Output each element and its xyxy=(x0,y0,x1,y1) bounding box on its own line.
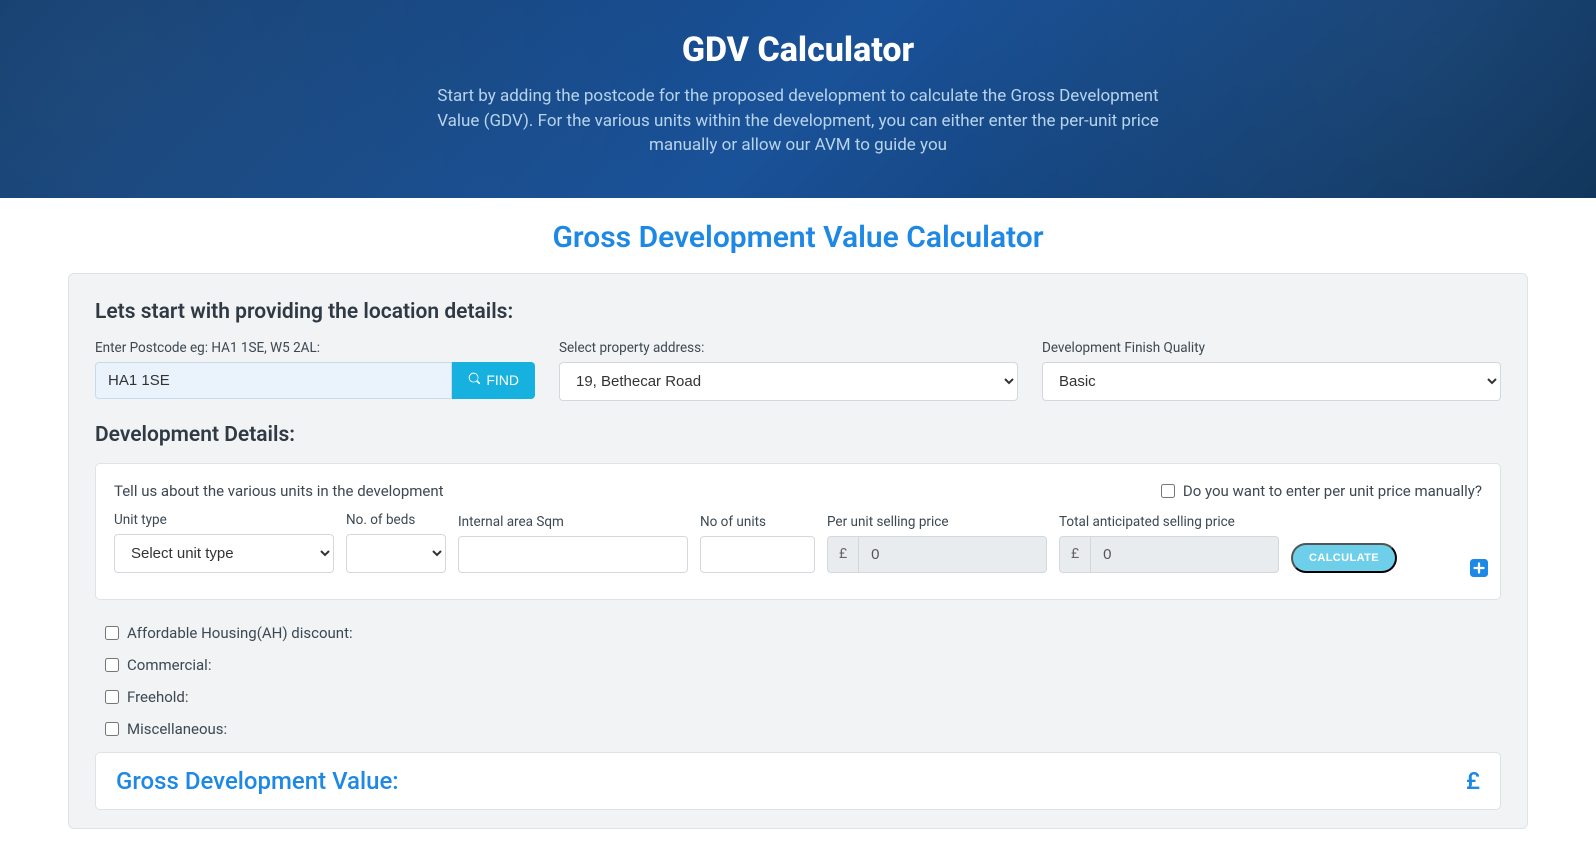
manual-price-toggle[interactable]: Do you want to enter per unit price manu… xyxy=(1161,482,1482,500)
hero-banner: GDV Calculator Start by adding the postc… xyxy=(0,0,1596,198)
ah-discount-label: Affordable Housing(AH) discount: xyxy=(127,624,353,642)
add-row-icon[interactable] xyxy=(1470,559,1488,577)
units-card: Tell us about the various units in the d… xyxy=(95,463,1501,600)
find-button[interactable]: FIND xyxy=(452,362,535,399)
misc-checkbox[interactable] xyxy=(105,722,119,736)
postcode-label: Enter Postcode eg: HA1 1SE, W5 2AL: xyxy=(95,340,535,356)
misc-label: Miscellaneous: xyxy=(127,720,227,738)
location-row: Enter Postcode eg: HA1 1SE, W5 2AL: FIND… xyxy=(95,340,1501,401)
gdv-title: Gross Development Value: xyxy=(116,767,399,795)
postcode-input[interactable] xyxy=(95,362,452,399)
unit-type-select[interactable]: Select unit type xyxy=(114,534,334,573)
quality-label: Development Finish Quality xyxy=(1042,340,1501,356)
freehold-label: Freehold: xyxy=(127,688,189,706)
col-per-unit: Per unit selling price xyxy=(827,514,1047,530)
no-beds-select[interactable] xyxy=(346,534,446,573)
freehold-checkbox[interactable] xyxy=(105,690,119,704)
col-unit-type: Unit type xyxy=(114,512,334,528)
currency-prefix: £ xyxy=(827,536,858,573)
col-no-units: No of units xyxy=(700,514,815,530)
freehold-toggle[interactable]: Freehold: xyxy=(105,688,1501,706)
ah-discount-checkbox[interactable] xyxy=(105,626,119,640)
units-intro: Tell us about the various units in the d… xyxy=(114,482,444,500)
commercial-toggle[interactable]: Commercial: xyxy=(105,656,1501,674)
manual-price-checkbox[interactable] xyxy=(1161,484,1175,498)
location-heading: Lets start with providing the location d… xyxy=(95,300,1501,324)
calculator-card: Lets start with providing the location d… xyxy=(68,273,1528,829)
options-list: Affordable Housing(AH) discount: Commerc… xyxy=(95,624,1501,738)
col-total: Total anticipated selling price xyxy=(1059,514,1279,530)
hero-subtitle: Start by adding the postcode for the pro… xyxy=(418,84,1178,158)
address-select[interactable]: 19, Bethecar Road xyxy=(559,362,1018,401)
misc-toggle[interactable]: Miscellaneous: xyxy=(105,720,1501,738)
col-no-beds: No. of beds xyxy=(346,512,446,528)
quality-select[interactable]: Basic xyxy=(1042,362,1501,401)
manual-price-label: Do you want to enter per unit price manu… xyxy=(1183,482,1482,500)
commercial-checkbox[interactable] xyxy=(105,658,119,672)
per-unit-input xyxy=(858,536,1047,573)
no-units-input[interactable] xyxy=(700,536,815,573)
gdv-result-bar: Gross Development Value: £ xyxy=(95,752,1501,810)
address-label: Select property address: xyxy=(559,340,1018,356)
hero-title: GDV Calculator xyxy=(20,30,1576,70)
currency-prefix: £ xyxy=(1059,536,1090,573)
gdv-value: £ xyxy=(1466,767,1480,795)
col-area: Internal area Sqm xyxy=(458,514,688,530)
calculate-button[interactable]: CALCULATE xyxy=(1291,543,1397,573)
commercial-label: Commercial: xyxy=(127,656,211,674)
area-input[interactable] xyxy=(458,536,688,573)
ah-discount-toggle[interactable]: Affordable Housing(AH) discount: xyxy=(105,624,1501,642)
find-button-label: FIND xyxy=(486,372,519,388)
section-title: Gross Development Value Calculator xyxy=(0,220,1596,255)
total-input xyxy=(1090,536,1279,573)
search-icon xyxy=(468,372,481,388)
units-grid: Unit type Select unit type No. of beds I… xyxy=(114,512,1482,573)
dev-heading: Development Details: xyxy=(95,423,1501,447)
